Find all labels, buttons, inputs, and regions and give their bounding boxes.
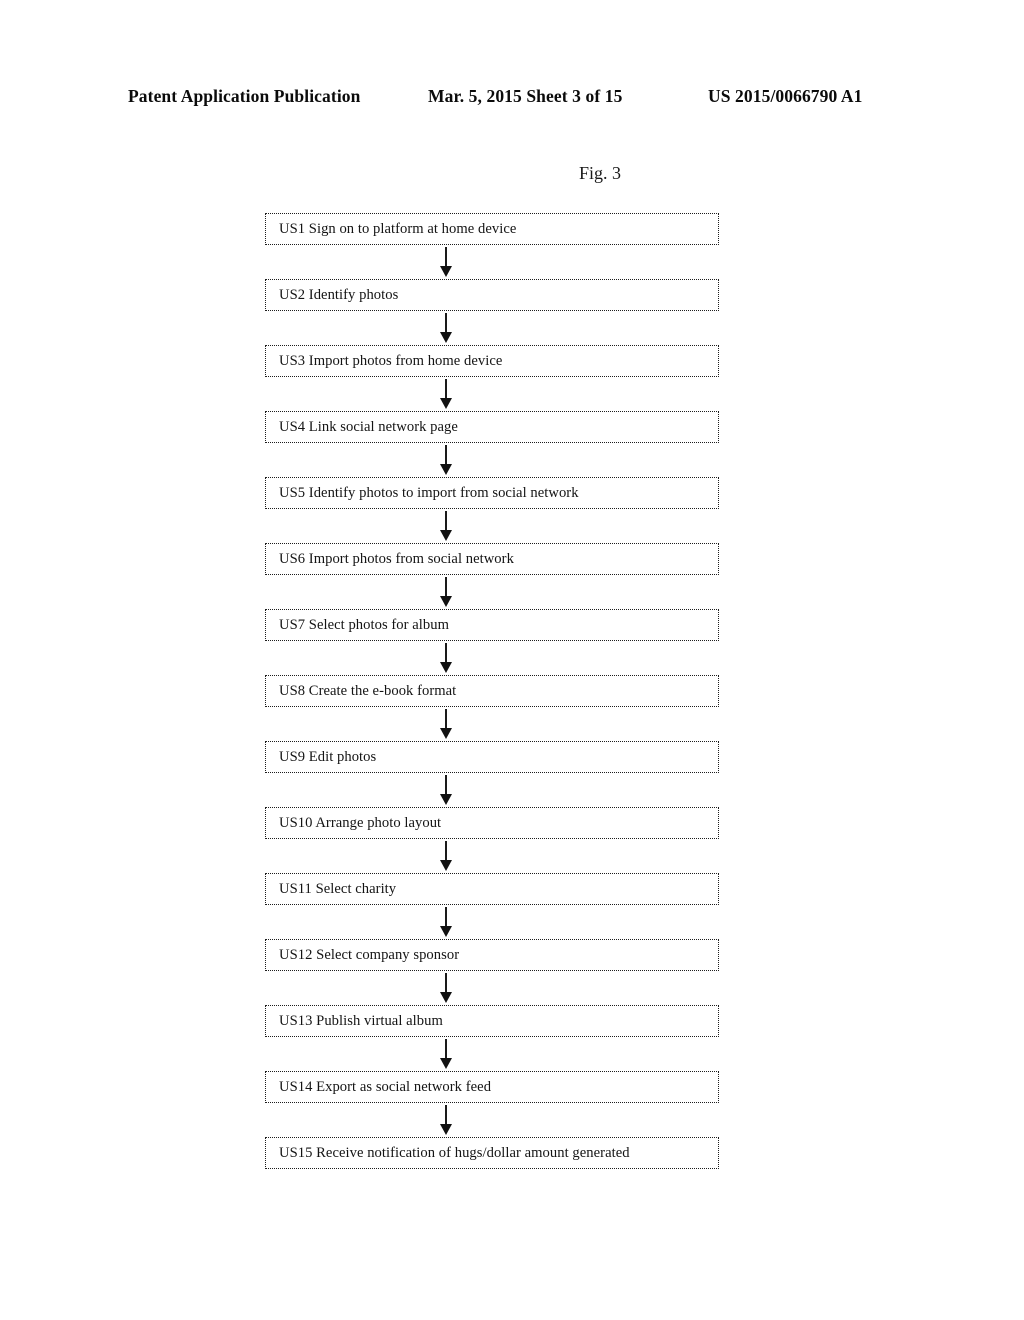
flowchart-step: US15 Receive notification of hugs/dollar… (265, 1137, 721, 1171)
process-box-label: US15 Receive notification of hugs/dollar… (279, 1144, 630, 1161)
arrow-down-icon (439, 707, 453, 741)
arrow-down-icon (439, 575, 453, 609)
arrow-down-icon (439, 773, 453, 807)
arrow-down-icon (439, 839, 453, 873)
process-box-us4: US4 Link social network page (265, 411, 719, 443)
arrow-head (439, 398, 452, 409)
arrow-down-icon (439, 443, 453, 477)
process-box-us6: US6 Import photos from social network (265, 543, 719, 575)
process-box-us14: US14 Export as social network feed (265, 1071, 719, 1103)
arrow-head (439, 1058, 452, 1069)
arrow-head (439, 1124, 452, 1135)
flowchart-step: US5 Identify photos to import from socia… (265, 477, 721, 543)
process-box-us8: US8 Create the e-book format (265, 675, 719, 707)
arrow-down-icon (439, 1037, 453, 1071)
arrow-head (439, 332, 452, 343)
process-box-us7: US7 Select photos for album (265, 609, 719, 641)
arrow-head (439, 596, 452, 607)
process-box-label: US14 Export as social network feed (279, 1078, 492, 1095)
process-box-us13: US13 Publish virtual album (265, 1005, 719, 1037)
arrow-head (439, 794, 452, 805)
process-box-label: US10 Arrange photo layout (279, 814, 442, 831)
process-box-label: US8 Create the e-book format (279, 682, 457, 699)
process-box-label: US12 Select company sponsor (279, 946, 460, 963)
process-box-us5: US5 Identify photos to import from socia… (265, 477, 719, 509)
process-box-us12: US12 Select company sponsor (265, 939, 719, 971)
flowchart-step: US3 Import photos from home device (265, 345, 721, 411)
process-box-label: US13 Publish virtual album (279, 1012, 443, 1029)
process-box-us2: US2 Identify photos (265, 279, 719, 311)
flowchart-step: US11 Select charity (265, 873, 721, 939)
process-box-us1: US1 Sign on to platform at home device (265, 213, 719, 245)
arrow-down-icon (439, 245, 453, 279)
process-box-us10: US10 Arrange photo layout (265, 807, 719, 839)
process-box-label: US7 Select photos for album (279, 616, 449, 633)
flowchart-step: US12 Select company sponsor (265, 939, 721, 1005)
publication-date-sheet: Mar. 5, 2015 Sheet 3 of 15 (428, 86, 623, 106)
arrow-head (439, 728, 452, 739)
page-header: Patent Application Publication Mar. 5, 2… (0, 86, 1024, 112)
process-box-us3: US3 Import photos from home device (265, 345, 719, 377)
arrow-down-icon (439, 509, 453, 543)
arrow-head (439, 860, 452, 871)
process-box-label: US2 Identify photos (279, 286, 399, 303)
process-box-label: US6 Import photos from social network (279, 550, 514, 567)
flowchart-step: US7 Select photos for album (265, 609, 721, 675)
process-box-label: US9 Edit photos (279, 748, 377, 765)
process-box-label: US4 Link social network page (279, 418, 458, 435)
flowchart-step: US4 Link social network page (265, 411, 721, 477)
arrow-head (439, 530, 452, 541)
flowchart-step: US9 Edit photos (265, 741, 721, 807)
arrow-head (439, 464, 452, 475)
flowchart-step: US6 Import photos from social network (265, 543, 721, 609)
flowchart-step: US8 Create the e-book format (265, 675, 721, 741)
process-box-label: US3 Import photos from home device (279, 352, 503, 369)
arrow-head (439, 992, 452, 1003)
process-box-label: US1 Sign on to platform at home device (279, 220, 517, 237)
arrow-down-icon (439, 377, 453, 411)
arrow-down-icon (439, 311, 453, 345)
flowchart-step: US14 Export as social network feed (265, 1071, 721, 1137)
flowchart-diagram: US1 Sign on to platform at home device US… (265, 213, 721, 1171)
process-box-us9: US9 Edit photos (265, 741, 719, 773)
figure-label: Fig. 3 (578, 163, 621, 183)
publication-title: Patent Application Publication (128, 86, 361, 106)
arrow-down-icon (439, 971, 453, 1005)
process-box-label: US5 Identify photos to import from socia… (279, 484, 579, 501)
flowchart-step: US2 Identify photos (265, 279, 721, 345)
process-box-label: US11 Select charity (279, 880, 397, 897)
arrow-down-icon (439, 905, 453, 939)
patent-number: US 2015/0066790 A1 (708, 86, 863, 106)
process-box-us15: US15 Receive notification of hugs/dollar… (265, 1137, 719, 1169)
flowchart-step: US1 Sign on to platform at home device (265, 213, 721, 279)
flowchart-step: US10 Arrange photo layout (265, 807, 721, 873)
flowchart-step: US13 Publish virtual album (265, 1005, 721, 1071)
arrow-down-icon (439, 641, 453, 675)
arrow-head (439, 926, 452, 937)
arrow-head (439, 266, 452, 277)
arrow-down-icon (439, 1103, 453, 1137)
process-box-us11: US11 Select charity (265, 873, 719, 905)
arrow-head (439, 662, 452, 673)
